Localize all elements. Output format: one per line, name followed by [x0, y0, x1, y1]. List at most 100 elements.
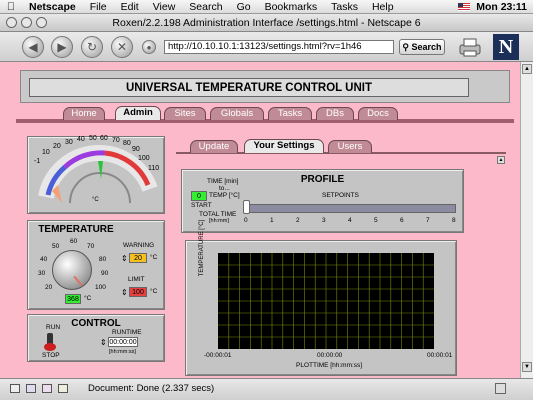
status-text: Document: Done (2.337 secs): [88, 383, 215, 394]
slider-tick-6: 6: [400, 217, 404, 224]
menu-go[interactable]: Go: [230, 1, 258, 13]
tab-tasks[interactable]: Tasks: [268, 107, 312, 120]
tab-sites[interactable]: Sites: [164, 107, 206, 120]
menu-edit[interactable]: Edit: [114, 1, 146, 13]
url-field[interactable]: http://10.10.10.1:13123/settings.html?rv…: [164, 40, 394, 54]
knob-tick-30: 30: [38, 270, 46, 277]
chat-icon[interactable]: [58, 384, 68, 393]
plot-grid: [218, 253, 434, 349]
limit-stepper-icon[interactable]: ⇕: [121, 288, 128, 297]
menu-view[interactable]: View: [146, 1, 183, 13]
tab-home[interactable]: Home: [63, 107, 105, 120]
run-switch-icon[interactable]: [44, 343, 56, 351]
tab-your-settings[interactable]: Your Settings: [244, 139, 324, 153]
search-icon: ⚲: [402, 42, 410, 52]
page-proxy-icon[interactable]: ●: [142, 40, 156, 54]
meter-tick-8: 70: [112, 137, 120, 144]
forward-arrow-icon[interactable]: ▶: [51, 36, 73, 58]
meter-unit: °C: [92, 197, 99, 203]
runtime-field[interactable]: 00:00:00: [108, 337, 138, 347]
window-title: Roxen/2.2.198 Administration Interface /…: [112, 17, 421, 29]
knob-tick-100: 100: [95, 284, 106, 291]
address-book-icon[interactable]: [42, 384, 52, 393]
tab-users[interactable]: Users: [328, 140, 372, 153]
meter-tick-10: 90: [132, 146, 140, 153]
inner-scroll-up-icon[interactable]: ▲: [497, 156, 505, 164]
runtime-format: [hh:mm:ss]: [109, 349, 136, 355]
tab-dbs[interactable]: DBs: [316, 107, 354, 120]
netscape-logo[interactable]: N: [493, 34, 519, 60]
menu-tasks[interactable]: Tasks: [324, 1, 365, 13]
temperature-title: TEMPERATURE: [38, 224, 114, 235]
slider-tick-5: 5: [374, 217, 378, 224]
temperature-knob[interactable]: [52, 250, 92, 290]
menu-app[interactable]: Netscape: [22, 1, 83, 13]
reload-icon[interactable]: ↻: [81, 36, 103, 58]
slider-tick-labels: 0 1 2 3 4 5 6 7 8: [182, 217, 465, 227]
run-label: RUN: [46, 324, 61, 331]
tab-globals[interactable]: Globals: [210, 107, 264, 120]
knob-tick-20: 20: [45, 284, 53, 291]
menu-help[interactable]: Help: [365, 1, 401, 13]
setpoint-slider-thumb[interactable]: [243, 200, 250, 214]
back-arrow-icon[interactable]: ◀: [22, 36, 44, 58]
knob-tick-70: 70: [87, 243, 95, 250]
mail-icon[interactable]: [10, 384, 20, 393]
temperature-panel: TEMPERATURE 60 50 70 40 80 30 90 20 100 …: [27, 220, 165, 310]
page-content: UNIVERSAL TEMPERATURE CONTROL UNIT Home …: [0, 62, 520, 378]
meter-tick-3: 20: [53, 143, 61, 150]
meter-tick-11: 100: [138, 155, 150, 162]
search-button[interactable]: ⚲ Search: [399, 39, 445, 55]
printer-icon[interactable]: [458, 37, 482, 57]
slider-tick-3: 3: [322, 217, 326, 224]
menu-bar:  Netscape File Edit View Search Go Book…: [0, 0, 533, 14]
meter-tick-6: 50: [89, 135, 97, 142]
slider-tick-8: 8: [452, 217, 456, 224]
meter-tick-12: 110: [148, 165, 160, 172]
knob-tick-50: 50: [52, 243, 60, 250]
plot-panel: TEMPERATURE [°C] -00:00:01 00:00:00 00:0…: [185, 220, 457, 376]
security-lock-icon[interactable]: [495, 383, 506, 394]
slider-tick-2: 2: [296, 217, 300, 224]
stop-icon[interactable]: ✕: [111, 36, 133, 58]
knob-tick-60: 60: [70, 238, 78, 245]
runtime-stepper-icon[interactable]: ⇕: [100, 338, 107, 347]
menu-file[interactable]: File: [83, 1, 114, 13]
meter-setpoint-icon: [98, 161, 103, 179]
scroll-down-icon[interactable]: ▼: [522, 362, 532, 372]
plot-xtick-0: -00:00:01: [204, 352, 232, 359]
meter-tick-2: 10: [42, 149, 50, 156]
tab-admin[interactable]: Admin: [115, 106, 161, 120]
plot-xlabel: PLOTTIME [hh:mm:ss]: [296, 362, 363, 369]
window-titlebar[interactable]: Roxen/2.2.198 Administration Interface /…: [0, 14, 533, 32]
tab-docs[interactable]: Docs: [358, 107, 398, 120]
warning-field[interactable]: 20: [129, 253, 147, 263]
scroll-up-icon[interactable]: ▲: [522, 64, 532, 74]
knob-tick-80: 80: [99, 256, 107, 263]
setpoint-slider-track[interactable]: [243, 204, 456, 213]
stop-label: STOP: [42, 352, 60, 359]
menu-bookmarks[interactable]: Bookmarks: [258, 1, 325, 13]
meter-tick-9: 80: [123, 140, 131, 147]
setpoints-label: SETPOINTS: [322, 192, 359, 199]
page-scrollbar[interactable]: ▲ ▼: [520, 62, 533, 378]
composer-icon[interactable]: [26, 384, 36, 393]
tab-update[interactable]: Update: [190, 140, 238, 153]
warning-label: WARNING: [123, 242, 155, 249]
page-title: UNIVERSAL TEMPERATURE CONTROL UNIT: [29, 78, 469, 97]
limit-unit: °C: [150, 288, 158, 295]
knob-tick-40: 40: [40, 256, 48, 263]
input-flag-icon[interactable]: [458, 2, 471, 11]
temperature-meter-panel: -1 10 20 30 40 50 60 70 80 90 100 110 °C: [27, 135, 165, 214]
warning-stepper-icon[interactable]: ⇕: [121, 254, 128, 263]
plot-xtick-2: 00:00:01: [427, 352, 453, 359]
limit-field[interactable]: 100: [129, 287, 147, 297]
search-button-label: Search: [411, 42, 442, 52]
time-label: TIME [min]: [207, 178, 239, 185]
apple-menu-icon[interactable]: : [0, 1, 22, 13]
menu-clock: Mon 23:11: [476, 0, 527, 13]
current-temp-unit: °C: [84, 295, 92, 302]
to-label: to...: [219, 185, 230, 192]
menu-search[interactable]: Search: [182, 1, 229, 13]
plot-xtick-1: 00:00:00: [317, 352, 343, 359]
